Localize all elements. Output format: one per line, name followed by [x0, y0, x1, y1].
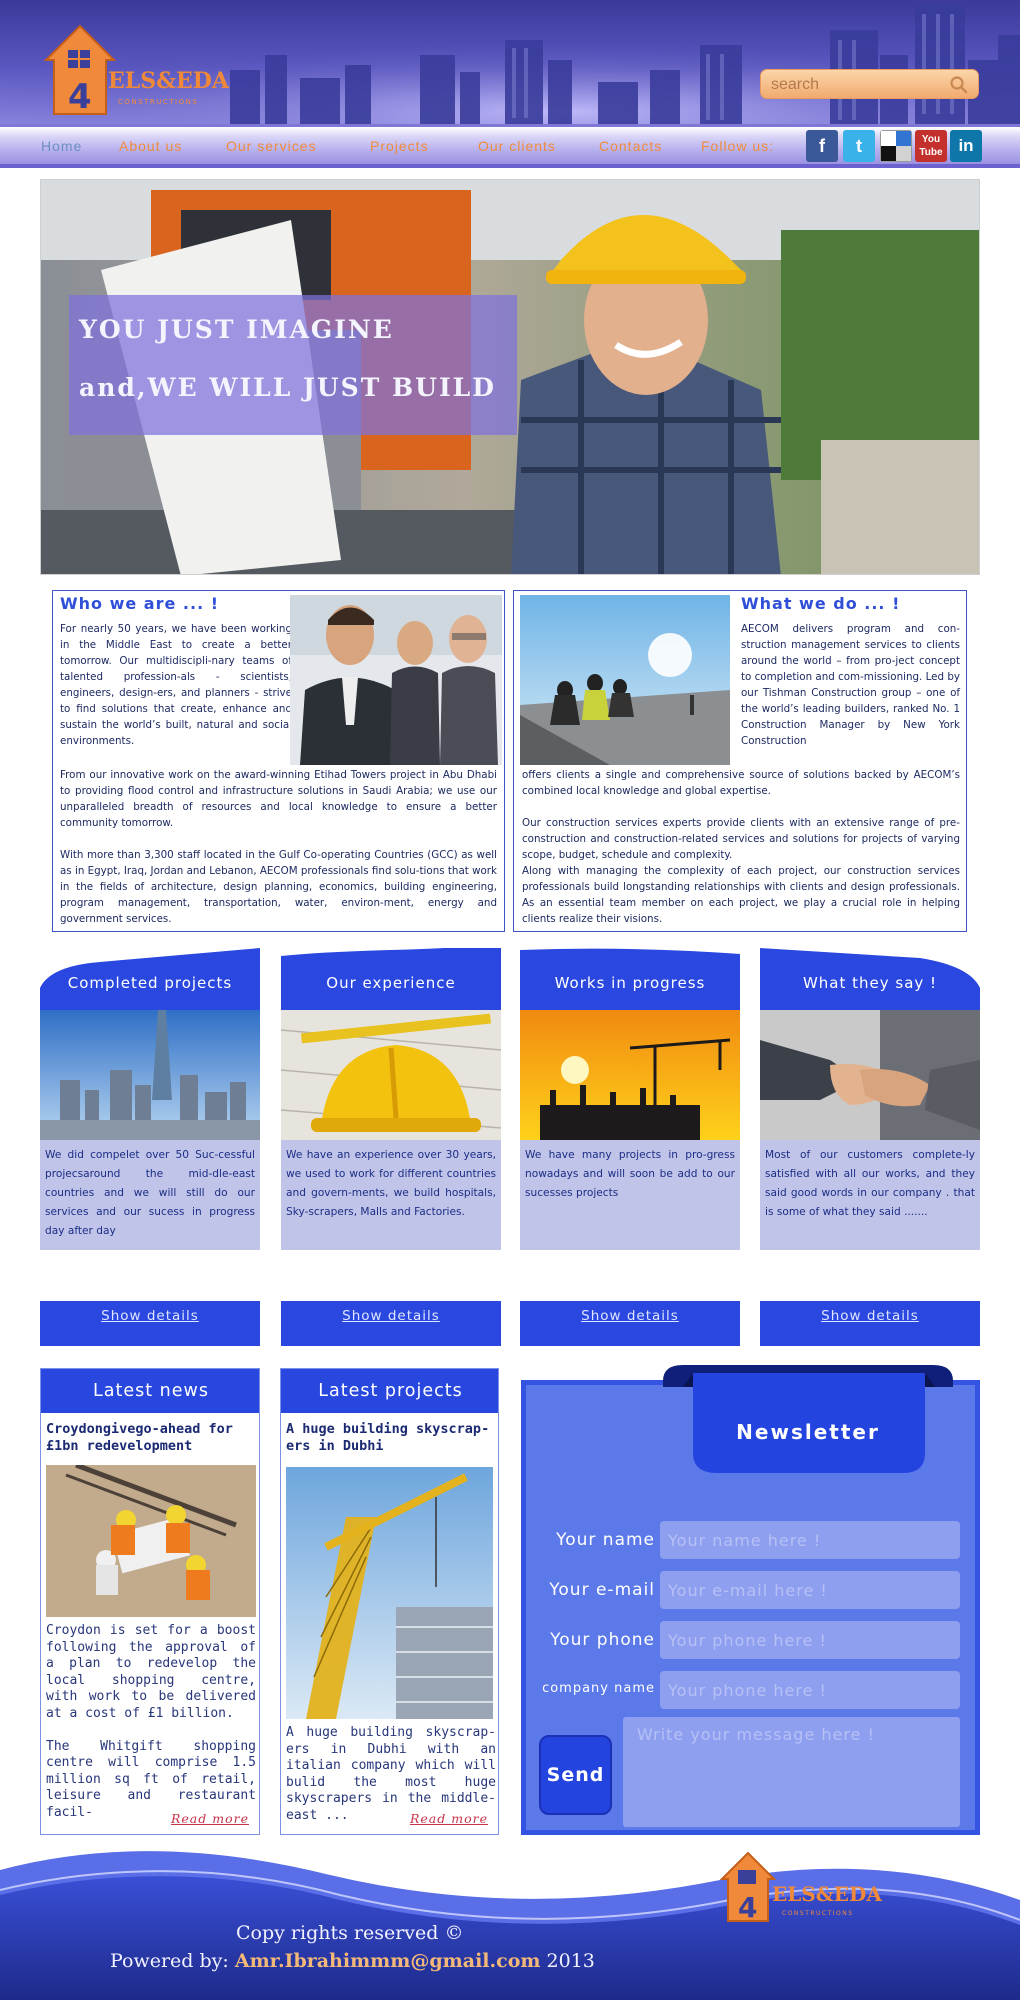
footer-logo[interactable]: 4 ELS&EDA CONSTRUCTIONS	[716, 1845, 896, 1925]
show-details-button[interactable]: Show details	[281, 1301, 501, 1346]
who-we-are-title: Who we are ... !	[60, 594, 220, 613]
powered-by-text: Powered by: Amr.Ibrahimmm@gmail.com 2013	[110, 1950, 595, 1972]
card-text: We have an experience over 30 years, we …	[281, 1140, 501, 1250]
your-phone-field[interactable]	[660, 1621, 960, 1659]
card-completed-projects: Completed projects We did compelet over …	[40, 948, 260, 1346]
hero-caption: YOU JUST IMAGINE and,WE WILL JUST BUILD	[69, 295, 517, 435]
facebook-icon[interactable]: f	[806, 130, 838, 162]
show-details-button[interactable]: Show details	[520, 1301, 740, 1346]
follow-us-label: Follow us:	[701, 138, 775, 154]
who-we-are-section: Who we are ... ! For nearly 50 years, we…	[52, 590, 505, 932]
show-details-button[interactable]: Show details	[40, 1301, 260, 1346]
latest-news-heading: Latest news	[41, 1369, 259, 1413]
nav-our-clients[interactable]: Our clients	[478, 138, 556, 154]
footer-year: 2013	[540, 1950, 595, 1972]
newsletter-title: Newsletter	[736, 1420, 880, 1444]
twitter-icon[interactable]: t	[843, 130, 875, 162]
nav-about-us[interactable]: About us	[119, 138, 182, 154]
what-we-do-intro: AECOM delivers program and con-struction…	[741, 623, 960, 747]
site-header: 4 ELS&EDA CONSTRUCTIONS	[0, 0, 1020, 124]
your-name-field[interactable]	[660, 1521, 960, 1559]
search-input[interactable]	[771, 74, 941, 96]
author-email-link[interactable]: Amr.Ibrahimmm@gmail.com	[235, 1950, 541, 1972]
card-what-they-say: What they say ! Most of our customers co…	[760, 948, 980, 1346]
hero-line-1: YOU JUST IMAGINE	[79, 315, 394, 344]
copyright-text: Copy rights reserved ©	[236, 1922, 464, 1944]
logo-number: 4	[68, 77, 92, 117]
who-we-are-body: From our innovative work on the award-wi…	[60, 769, 497, 925]
message-field[interactable]	[623, 1717, 960, 1827]
card-works-in-progress: Works in progress We have many projects …	[520, 948, 740, 1346]
city-skyscrapers-photo	[40, 1010, 260, 1140]
card-text: We have many projects in pro-gress nowad…	[520, 1140, 740, 1250]
card-title: Our experience	[326, 974, 456, 992]
news-article-text: Croydon is set for a boost following the…	[46, 1623, 256, 1820]
who-we-are-intro: For nearly 50 years, we have been workin…	[60, 623, 292, 747]
construction-sunset-photo	[520, 1010, 740, 1140]
send-button[interactable]: Send	[539, 1735, 612, 1815]
linkedin-label: in	[958, 136, 974, 155]
show-details-button[interactable]: Show details	[760, 1301, 980, 1346]
footer-logo-subtitle: CONSTRUCTIONS	[782, 1910, 854, 1917]
hero-banner: YOU JUST IMAGINE and,WE WILL JUST BUILD	[40, 179, 980, 575]
powered-by-prefix: Powered by:	[110, 1950, 235, 1972]
company-logo[interactable]: 4 ELS&EDA CONSTRUCTIONS	[38, 18, 238, 118]
hard-hat-photo	[281, 1010, 501, 1140]
your-email-field[interactable]	[660, 1571, 960, 1609]
card-text: We did compelet over 50 Suc-cessful proj…	[40, 1140, 260, 1250]
workers-site-photo	[520, 595, 730, 765]
nav-our-services[interactable]: Our services	[226, 138, 317, 154]
nav-projects[interactable]: Projects	[370, 138, 429, 154]
latest-projects-panel: Latest projects A huge building skyscrap…	[280, 1368, 499, 1835]
linkedin-icon[interactable]: in	[950, 130, 982, 162]
card-text: Most of our customers complete-ly satisf…	[760, 1140, 980, 1250]
search-icon[interactable]	[950, 76, 968, 94]
delicious-icon[interactable]	[880, 130, 912, 162]
card-title: What they say !	[802, 974, 938, 992]
business-team-photo	[290, 595, 502, 765]
what-we-do-body: offers clients a single and comprehensiv…	[522, 769, 960, 925]
handshake-photo	[760, 1010, 980, 1140]
logo-text: ELS&EDA	[108, 68, 230, 94]
nav-home[interactable]: Home	[41, 138, 82, 154]
company-name-field[interactable]	[660, 1671, 960, 1709]
youtube-label-2: Tube	[919, 147, 943, 158]
card-our-experience: Our experience We have an experience ove…	[281, 948, 501, 1346]
your-phone-label: Your phone	[550, 1630, 655, 1650]
project-article-title[interactable]: A huge building skyscrap-ers in Dubhi	[286, 1421, 498, 1455]
logo-subtitle: CONSTRUCTIONS	[118, 98, 198, 106]
youtube-icon[interactable]: You Tube	[915, 130, 947, 162]
what-we-do-section: What we do ... ! AECOM delivers program …	[513, 590, 967, 932]
card-title: Completed projects	[67, 974, 233, 992]
workers-planning-photo	[46, 1465, 256, 1617]
tower-crane-photo	[286, 1467, 493, 1719]
youtube-label-1: You	[921, 134, 941, 145]
footer-logo-number: 4	[738, 1891, 757, 1924]
read-more-link[interactable]: Read more	[410, 1811, 488, 1826]
nav-contacts[interactable]: Contacts	[599, 138, 662, 154]
latest-projects-heading: Latest projects	[281, 1369, 498, 1413]
hero-line-2: and,WE WILL JUST BUILD	[79, 373, 496, 402]
search-box[interactable]	[760, 69, 979, 99]
main-navigation: Home About us Our services Projects Our …	[0, 124, 1020, 168]
what-we-do-title: What we do ... !	[741, 594, 901, 613]
your-name-label: Your name	[556, 1530, 655, 1550]
read-more-link[interactable]: Read more	[171, 1811, 249, 1826]
project-article-text: A huge building skyscrap-ers in Dubhi wi…	[286, 1725, 496, 1823]
news-article-title[interactable]: Croydongivego-ahead for £1bn redevelopme…	[46, 1421, 258, 1455]
card-title: Works in progress	[554, 974, 706, 992]
company-name-label: company name	[542, 1681, 655, 1696]
latest-news-panel: Latest news Croydongivego-ahead for £1bn…	[40, 1368, 260, 1835]
your-email-label: Your e-mail	[549, 1580, 655, 1600]
footer-logo-text: ELS&EDA	[772, 1882, 882, 1906]
